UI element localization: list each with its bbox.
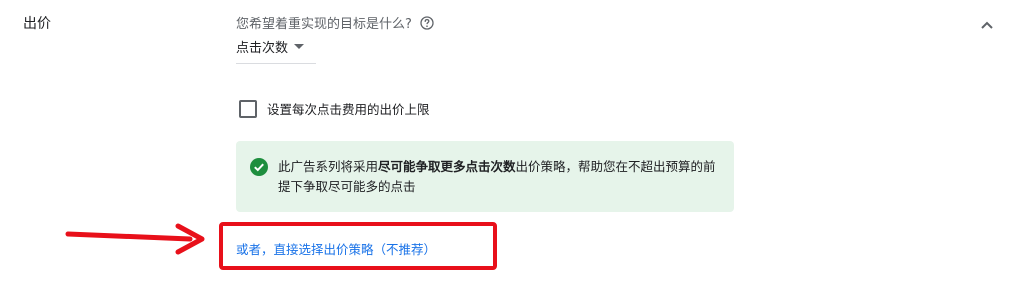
goal-select[interactable]: 点击次数 bbox=[236, 35, 316, 64]
info-text-strategy: 尽可能争取更多点击次数 bbox=[378, 159, 516, 174]
max-cpc-checkbox[interactable] bbox=[239, 99, 257, 118]
bidding-strategy-info: 此广告系列将采用尽可能争取更多点击次数出价策略，帮助您在不超出预算的前提下争取尽… bbox=[236, 141, 734, 212]
red-arrow-icon bbox=[65, 223, 205, 255]
goal-select-value: 点击次数 bbox=[236, 41, 289, 56]
annotation-highlight-box bbox=[219, 222, 497, 270]
goal-question-row: 您希望着重实现的目标是什么? bbox=[236, 13, 434, 32]
caret-down-icon bbox=[294, 44, 305, 49]
info-message: 此广告系列将采用尽可能争取更多点击次数出价策略，帮助您在不超出预算的前提下争取尽… bbox=[278, 157, 718, 212]
chevron-up-icon bbox=[981, 21, 993, 29]
collapse-button[interactable] bbox=[976, 14, 998, 36]
max-cpc-option: 设置每次点击费用的出价上限 bbox=[239, 99, 430, 118]
bidding-section: 出价 您希望着重实现的目标是什么? 点击次数 设置每次点击费用的出价上限 此广告… bbox=[0, 0, 1019, 288]
check-circle-icon bbox=[250, 158, 268, 176]
max-cpc-label[interactable]: 设置每次点击费用的出价上限 bbox=[267, 99, 430, 118]
info-text-before: 此广告系列将采用 bbox=[278, 159, 379, 174]
help-icon[interactable] bbox=[420, 15, 434, 30]
goal-question: 您希望着重实现的目标是什么? bbox=[236, 17, 412, 32]
section-title: 出价 bbox=[23, 16, 51, 32]
